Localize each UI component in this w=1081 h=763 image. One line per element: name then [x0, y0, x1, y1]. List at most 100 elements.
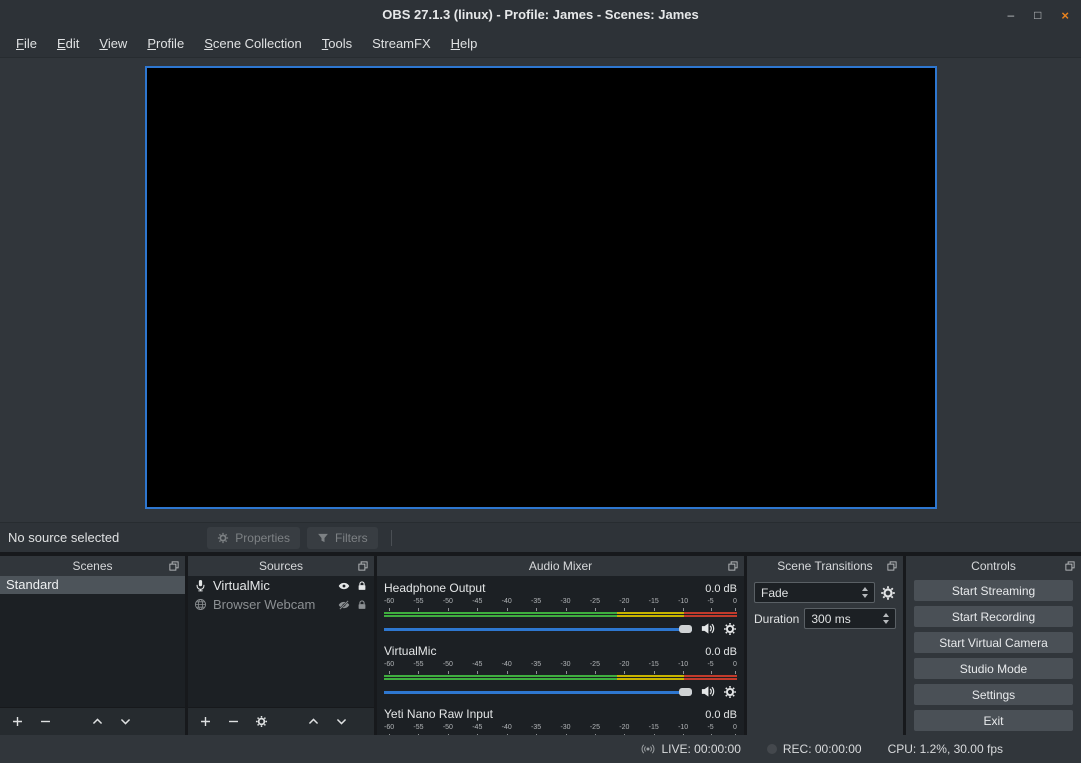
menu-item[interactable]: Help [441, 33, 488, 54]
scene-transitions-title: Scene Transitions [777, 559, 872, 573]
source-name[interactable]: Browser Webcam [213, 597, 315, 612]
filters-button[interactable]: Filters [307, 527, 378, 549]
scenes-dock: Scenes Standard [0, 556, 185, 735]
duration-spinbox[interactable]: 300 ms [804, 608, 896, 629]
properties-button[interactable]: Properties [207, 527, 300, 549]
add-source-button[interactable] [199, 715, 212, 728]
sources-dock-header[interactable]: Sources [188, 556, 374, 576]
audio-mixer-body: Headphone Output 0.0 dB -60-55-50-45-40-… [377, 576, 744, 735]
lock-icon[interactable] [356, 580, 368, 592]
lock-icon[interactable] [356, 599, 368, 611]
scale-tick: -55 [413, 660, 423, 670]
scale-tick: -30 [560, 723, 570, 733]
mixer-channel-yeti-nano: Yeti Nano Raw Input 0.0 dB -60-55-50-45-… [379, 702, 742, 733]
source-row-virtualmic[interactable]: VirtualMic [188, 576, 374, 595]
scenes-dock-header[interactable]: Scenes [0, 556, 185, 576]
preview-canvas[interactable] [145, 66, 937, 509]
scene-move-down-button[interactable] [119, 715, 132, 728]
close-button[interactable]: × [1061, 9, 1069, 22]
titlebar[interactable]: OBS 27.1.3 (linux) - Profile: James - Sc… [0, 0, 1081, 30]
scale-tick: 0 [733, 597, 737, 607]
menu-item[interactable]: Tools [312, 33, 362, 54]
sources-toolbar [188, 707, 374, 735]
dock-popout-icon [1064, 560, 1076, 572]
control-button[interactable]: Start Recording [914, 606, 1073, 627]
source-move-up-button[interactable] [307, 715, 320, 728]
remove-source-button[interactable] [227, 715, 240, 728]
menu-item[interactable]: View [89, 33, 137, 54]
menubar: FileEditViewProfileScene CollectionTools… [0, 30, 1081, 58]
scene-item-standard[interactable]: Standard [0, 576, 185, 594]
scale-tick: -5 [707, 597, 713, 607]
scale-tick: -10 [678, 660, 688, 670]
scale-tick: -10 [678, 597, 688, 607]
transition-selected-value: Fade [761, 586, 788, 600]
volume-slider[interactable] [384, 622, 692, 636]
window-title: OBS 27.1.3 (linux) - Profile: James - Sc… [0, 0, 1081, 30]
rec-status: REC: 00:00:00 [767, 742, 862, 756]
scale-tick: 0 [733, 660, 737, 670]
mixer-db-scale: -60-55-50-45-40-35-30-25-20-15-10-50 [384, 660, 737, 670]
menu-item[interactable]: Profile [137, 33, 194, 54]
scale-tick: -55 [413, 597, 423, 607]
scale-tick: -45 [472, 723, 482, 733]
scale-tick: -25 [590, 660, 600, 670]
volume-meter [384, 612, 737, 617]
filters-label: Filters [335, 531, 368, 545]
gear-icon[interactable] [723, 622, 737, 636]
control-button[interactable]: Settings [914, 684, 1073, 705]
control-button[interactable]: Studio Mode [914, 658, 1073, 679]
menu-item[interactable]: Scene Collection [194, 33, 312, 54]
combo-arrows-icon[interactable] [862, 587, 868, 598]
window-controls: – □ × [1007, 0, 1069, 30]
visibility-off-icon[interactable] [338, 599, 350, 611]
menu-item[interactable]: StreamFX [362, 33, 441, 54]
live-status: LIVE: 00:00:00 [641, 742, 740, 756]
scenes-toolbar [0, 707, 185, 735]
control-button[interactable]: Exit [914, 710, 1073, 731]
mixer-channel-level: 0.0 dB [705, 583, 737, 595]
scale-tick: -15 [649, 597, 659, 607]
scale-tick: -50 [443, 723, 453, 733]
dock-popout-icon [727, 560, 739, 572]
scale-tick: -50 [443, 660, 453, 670]
volume-slider[interactable] [384, 685, 692, 699]
mixer-channel-name: VirtualMic [384, 644, 436, 658]
spinbox-arrows-icon[interactable] [883, 613, 889, 624]
source-properties-gear-icon[interactable] [255, 715, 268, 728]
transition-settings-gear-icon[interactable] [880, 585, 896, 601]
control-button[interactable]: Start Virtual Camera [914, 632, 1073, 653]
scene-transitions-header[interactable]: Scene Transitions [747, 556, 903, 576]
speaker-icon[interactable] [700, 621, 715, 636]
preview-area [0, 58, 1081, 522]
duration-value: 300 ms [811, 612, 850, 626]
menu-item[interactable]: Edit [47, 33, 89, 54]
source-row-browser-webcam[interactable]: Browser Webcam [188, 595, 374, 614]
add-scene-button[interactable] [11, 715, 24, 728]
scene-move-up-button[interactable] [91, 715, 104, 728]
remove-scene-button[interactable] [39, 715, 52, 728]
slider-handle[interactable] [679, 688, 692, 696]
audio-mixer-dock: Audio Mixer Headphone Output 0.0 dB -60-… [377, 556, 744, 735]
menu-item[interactable]: File [6, 33, 47, 54]
source-name[interactable]: VirtualMic [213, 578, 270, 593]
controls-header[interactable]: Controls [906, 556, 1081, 576]
source-move-down-button[interactable] [335, 715, 348, 728]
audio-mixer-header[interactable]: Audio Mixer [377, 556, 744, 576]
source-toolbar: No source selected Properties Filters [0, 522, 1081, 552]
sources-dock-title: Sources [259, 559, 303, 573]
dock-popout-icon [357, 560, 369, 572]
microphone-icon [194, 579, 207, 592]
statusbar: LIVE: 00:00:00 REC: 00:00:00 CPU: 1.2%, … [0, 735, 1081, 763]
transition-select[interactable]: Fade [754, 582, 875, 603]
visibility-icon[interactable] [338, 580, 350, 592]
control-button[interactable]: Start Streaming [914, 580, 1073, 601]
minimize-button[interactable]: – [1007, 9, 1014, 21]
maximize-button[interactable]: □ [1034, 9, 1041, 21]
broadcast-icon [641, 742, 655, 756]
scale-tick: -15 [649, 660, 659, 670]
gear-icon[interactable] [723, 685, 737, 699]
slider-handle[interactable] [679, 625, 692, 633]
scale-tick: -15 [649, 723, 659, 733]
speaker-icon[interactable] [700, 684, 715, 699]
